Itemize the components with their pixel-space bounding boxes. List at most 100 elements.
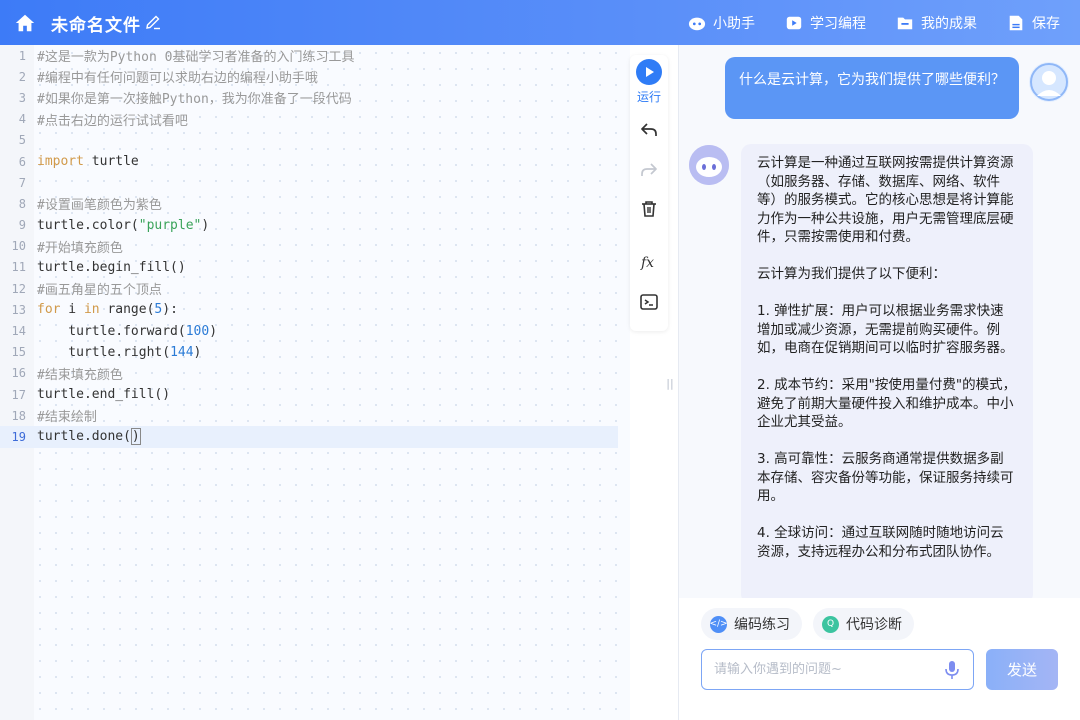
line-number: 9	[18, 218, 26, 233]
line-code[interactable]: turtle.done()	[37, 428, 141, 446]
line-code[interactable]: #开始填充颜色	[37, 237, 123, 256]
line-number: 4	[18, 112, 26, 127]
code-lines[interactable]: 1 #这是一款为Python 0基础学习者准备的入门练习工具 2 #编程中有任何问题可…	[0, 45, 618, 448]
line-code[interactable]: #如果你是第一次接触Python，我为你准备了一段代码	[37, 88, 352, 107]
line-code[interactable]: for i in range(5):	[37, 302, 178, 317]
line-number: 3	[18, 90, 26, 105]
run-button[interactable]: 运行	[635, 59, 663, 105]
line-code[interactable]: #设置画笔颜色为紫色	[37, 194, 162, 213]
svg-text:fx: fx	[640, 255, 654, 271]
code-line[interactable]: 16 #结束填充颜色	[0, 363, 618, 384]
chat-input-area: </> 编码练习 Q 代码诊断 发送	[679, 598, 1080, 720]
question-input-box[interactable]	[701, 649, 974, 690]
undo-icon[interactable]	[639, 120, 659, 140]
assistant-label: 小助手	[713, 15, 755, 32]
line-number: 14	[11, 324, 26, 339]
diagnosis-search-icon: Q	[822, 615, 839, 633]
code-diagnosis-chip[interactable]: Q 代码诊断	[813, 608, 914, 640]
file-title[interactable]: 未命名文件	[51, 11, 141, 36]
code-icon: </>	[709, 615, 728, 633]
grip-icon: ||	[666, 376, 674, 390]
terminal-icon[interactable]	[639, 292, 659, 312]
code-line[interactable]: 4 #点击右边的运行试试看吧	[0, 109, 618, 130]
code-line[interactable]: 1 #这是一款为Python 0基础学习者准备的入门练习工具	[0, 45, 618, 66]
code-line[interactable]: 11 turtle.begin_fill()	[0, 257, 618, 278]
bot-avatar	[689, 145, 729, 185]
save-label: 保存	[1032, 15, 1060, 32]
learn-programming-label: 学习编程	[810, 15, 866, 32]
question-input[interactable]	[714, 662, 939, 677]
line-code[interactable]: turtle.begin_fill()	[37, 260, 186, 275]
code-editor[interactable]: 1 #这是一款为Python 0基础学习者准备的入门练习工具 2 #编程中有任何问题可…	[0, 45, 630, 720]
code-line[interactable]: 9 turtle.color("purple")	[0, 215, 618, 236]
line-number: 5	[18, 133, 26, 148]
microphone-icon[interactable]	[943, 660, 961, 680]
line-number: 19	[11, 429, 26, 444]
assistant-chat-panel: 什么是云计算，它为我们提供了哪些便利？ 云计算是一种通过互联网按需提供计算资源（…	[678, 45, 1080, 720]
line-number: 7	[18, 175, 26, 190]
line-number: 2	[18, 69, 26, 84]
run-label: 运行	[636, 90, 661, 104]
user-message: 什么是云计算，它为我们提供了哪些便利？	[725, 57, 1019, 119]
line-code[interactable]: #结束绘制	[37, 406, 97, 425]
bot-paragraph: 4. 全球访问：通过互联网随时随地访问云资源，支持远程办公和分布式团队协作。	[757, 525, 1004, 560]
code-line[interactable]: 8 #设置画笔颜色为紫色	[0, 193, 618, 214]
code-line[interactable]: 6 import turtle	[0, 151, 618, 172]
assistant-button[interactable]: 小助手	[688, 13, 755, 33]
line-code[interactable]: #结束填充颜色	[37, 364, 123, 383]
bot-paragraph: 3. 高可靠性：云服务商通常提供数据多副本存储、容灾备份等功能，保证服务持续可用…	[757, 451, 1014, 504]
home-icon[interactable]	[14, 12, 36, 34]
line-number: 13	[11, 302, 26, 317]
code-line[interactable]: 7	[0, 172, 618, 193]
assistant-icon	[688, 17, 706, 30]
editor-toolbar: 运行 fx	[630, 55, 668, 331]
line-code[interactable]: #这是一款为Python 0基础学习者准备的入门练习工具	[37, 46, 354, 65]
code-line[interactable]: 18 #结束绘制	[0, 405, 618, 426]
code-line[interactable]: 19 turtle.done()	[0, 426, 618, 448]
send-button[interactable]: 发送	[986, 649, 1058, 690]
code-diagnosis-label: 代码诊断	[846, 617, 902, 633]
line-code[interactable]: turtle.color("purple")	[37, 218, 209, 233]
line-number: 18	[11, 408, 26, 423]
panel-resize-handle[interactable]: ||	[663, 366, 677, 400]
bot-paragraph: 云计算是一种通过互联网按需提供计算资源（如服务器、存储、数据库、网络、软件等）的…	[757, 155, 1014, 245]
bot-paragraph: 2. 成本节约：采用"按使用量付费"的模式，避免了前期大量硬件投入和维护成本。中…	[757, 377, 1017, 430]
line-code[interactable]: turtle.forward(100)	[37, 324, 217, 339]
line-code[interactable]: #画五角星的五个顶点	[37, 279, 162, 298]
edit-pencil-icon[interactable]	[145, 14, 161, 30]
save-icon	[1009, 15, 1023, 30]
line-code[interactable]: import turtle	[37, 154, 139, 169]
robot-icon	[689, 145, 729, 185]
trash-icon[interactable]	[639, 199, 659, 219]
my-achievements-label: 我的成果	[921, 15, 977, 32]
code-line[interactable]: 14 turtle.forward(100)	[0, 320, 618, 341]
bot-paragraph: 云计算为我们提供了以下便利：	[757, 266, 946, 282]
save-button[interactable]: 保存	[1007, 13, 1060, 33]
line-number: 12	[11, 281, 26, 296]
coding-practice-label: 编码练习	[734, 617, 790, 633]
learn-programming-button[interactable]: 学习编程	[785, 13, 866, 33]
line-code[interactable]: #点击右边的运行试试看吧	[37, 110, 188, 129]
code-line[interactable]: 17 turtle.end_fill()	[0, 384, 618, 405]
my-achievements-button[interactable]: 我的成果	[896, 13, 977, 33]
coding-practice-chip[interactable]: </> 编码练习	[701, 608, 802, 640]
code-line[interactable]: 12 #画五角星的五个顶点	[0, 278, 618, 299]
function-icon[interactable]: fx	[639, 252, 659, 272]
code-line[interactable]: 2 #编程中有任何问题可以求助右边的编程小助手哦	[0, 66, 618, 87]
code-line[interactable]: 5	[0, 130, 618, 151]
line-number: 1	[18, 48, 26, 63]
line-number: 17	[11, 387, 26, 402]
line-code[interactable]: turtle.end_fill()	[37, 387, 170, 402]
bot-message: 云计算是一种通过互联网按需提供计算资源（如服务器、存储、数据库、网络、软件等）的…	[741, 144, 1033, 598]
code-line[interactable]: 10 #开始填充颜色	[0, 236, 618, 257]
code-line[interactable]: 15 turtle.right(144)	[0, 342, 618, 363]
code-line[interactable]: 13 for i in range(5):	[0, 299, 618, 320]
line-code[interactable]: #编程中有任何问题可以求助右边的编程小助手哦	[37, 67, 318, 86]
redo-icon[interactable]	[639, 160, 659, 180]
chat-messages[interactable]: 什么是云计算，它为我们提供了哪些便利？ 云计算是一种通过互联网按需提供计算资源（…	[679, 45, 1080, 598]
line-number: 11	[11, 260, 26, 275]
line-code[interactable]: turtle.right(144)	[37, 345, 201, 360]
code-line[interactable]: 3 #如果你是第一次接触Python，我为你准备了一段代码	[0, 87, 618, 108]
bot-paragraph: 1. 弹性扩展：用户可以根据业务需求快速增加或减少资源，无需提前购买硬件。例如，…	[757, 303, 1014, 356]
line-number: 6	[18, 154, 26, 169]
